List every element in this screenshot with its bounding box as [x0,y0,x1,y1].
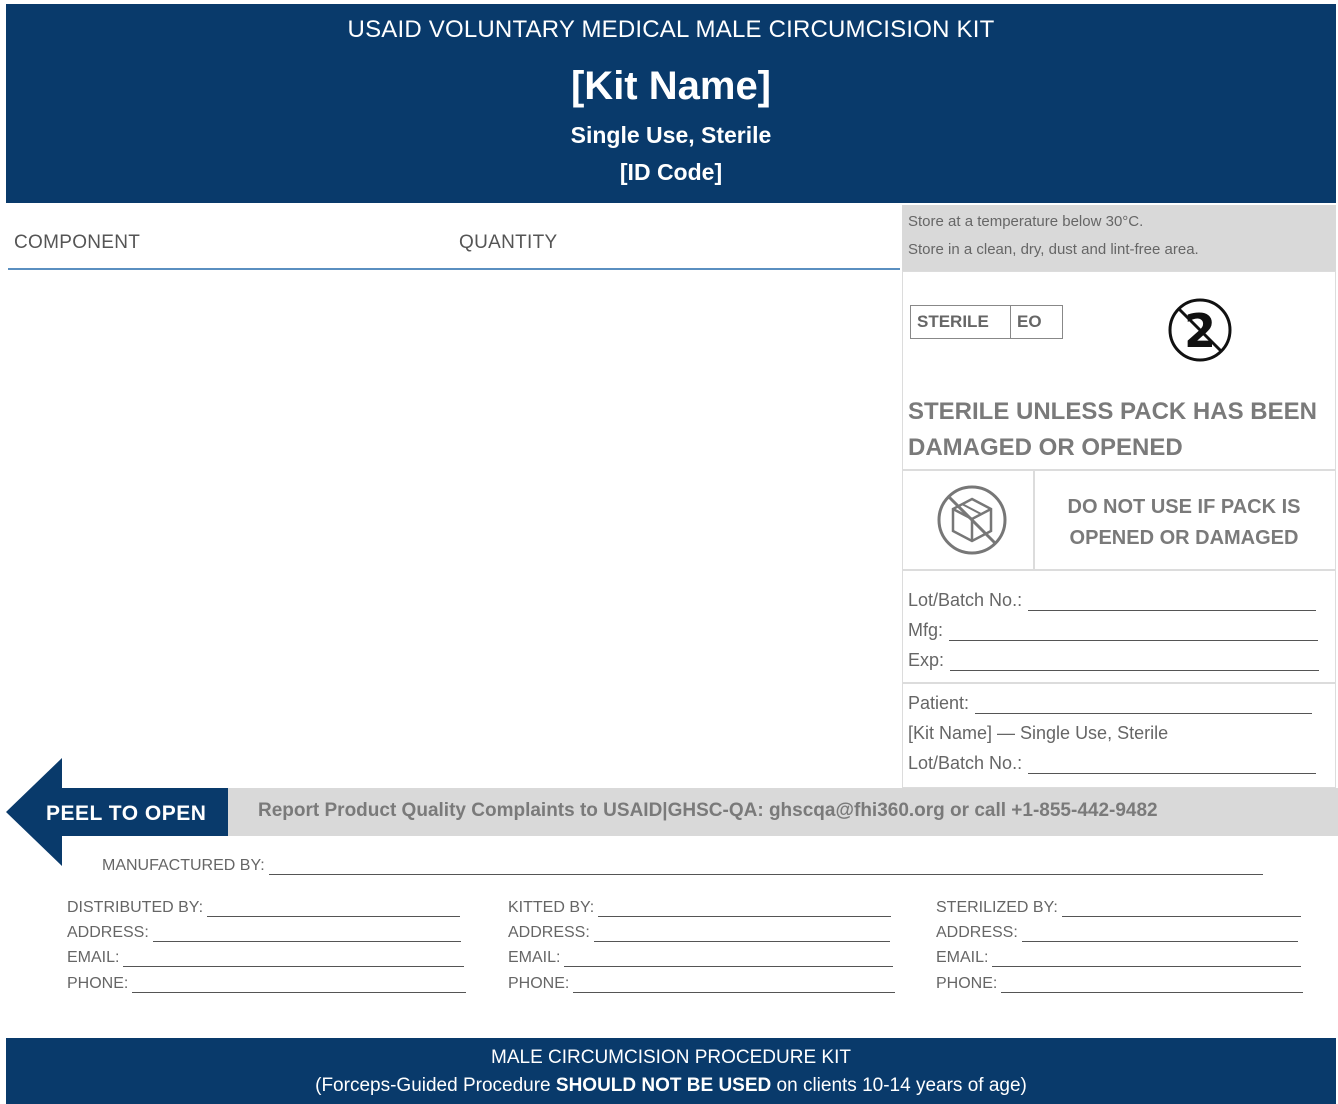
sterilizer-phone-field[interactable]: PHONE: [936,975,1303,993]
patient-kit-text: [Kit Name] — Single Use, Sterile [908,723,1169,743]
address-label: ADDRESS: [508,924,590,941]
eo-label: EO [1017,312,1042,331]
email-label: EMAIL: [67,949,120,966]
distributor-address-field[interactable]: ADDRESS: [67,924,461,942]
kitted-by-field[interactable]: KITTED BY: [508,899,891,917]
patient-kit-line: [Kit Name] — Single Use, Sterile [908,723,1318,744]
phone-label: PHONE: [936,975,998,992]
exp-field[interactable]: Exp: [908,650,1319,671]
sterile-warning: STERILE UNLESS PACK HAS BEEN DAMAGED OR … [908,398,1317,461]
distributed-by-label: DISTRIBUTED BY: [67,899,204,916]
distributed-by-field[interactable]: DISTRIBUTED BY: [67,899,460,917]
email-label: EMAIL: [508,949,561,966]
patient-lot-field[interactable]: Lot/Batch No.: [908,753,1316,774]
footer-warning: (Forceps-Guided Procedure SHOULD NOT BE … [6,1075,1336,1097]
component-column-header: COMPONENT [14,232,141,253]
storage-line-2: Store in a clean, dry, dust and lint-fre… [908,241,1199,258]
address-label: ADDRESS: [936,924,1018,941]
patient-lot-label: Lot/Batch No.: [908,753,1023,773]
distributor-email-field[interactable]: EMAIL: [67,949,464,967]
sterile-eo-badge: STERILE EO [910,305,1063,339]
mfg-field[interactable]: Mfg: [908,620,1318,641]
kit-id-code: [ID Code] [619,159,723,185]
kit-subtitle: Single Use, Sterile [570,122,772,148]
pack-warning: DO NOT USE IF PACK IS OPENED OR DAMAGED [1036,492,1332,554]
pack-warning-line-2: OPENED OR DAMAGED [1069,527,1299,549]
storage-line-1: Store at a temperature below 30°C. [908,213,1144,230]
header-banner: USAID VOLUNTARY MEDICAL MALE CIRCUMCISIO… [6,4,1336,203]
patient-label: Patient: [908,693,970,713]
sterilizer-email-field[interactable]: EMAIL: [936,949,1301,967]
manufactured-by-label: MANUFACTURED BY: [102,857,265,874]
footer-warning-bold: SHOULD NOT BE USED [555,1075,772,1096]
distributor-phone-field[interactable]: PHONE: [67,975,466,993]
pack-warning-line-1: DO NOT USE IF PACK IS [1067,496,1301,518]
footer-warning-pre: (Forceps-Guided Procedure [315,1075,556,1096]
footer-banner: MALE CIRCUMCISION PROCEDURE KIT (Forceps… [6,1038,1336,1104]
phone-label: PHONE: [67,975,129,992]
sterile-label: STERILE [911,306,1011,338]
phone-label: PHONE: [508,975,570,992]
lot-batch-field[interactable]: Lot/Batch No.: [908,590,1316,611]
footer-title: MALE CIRCUMCISION PROCEDURE KIT [491,1047,851,1068]
email-label: EMAIL: [936,949,989,966]
footer-warning-post: on clients 10-14 years of age) [771,1075,1027,1096]
sterilizer-address-field[interactable]: ADDRESS: [936,924,1298,942]
kitted-by-label: KITTED BY: [508,899,595,916]
mfg-label: Mfg: [908,620,944,640]
quantity-column-header: QUANTITY [459,232,558,253]
sterilized-by-label: STERILIZED BY: [936,899,1058,916]
exp-label: Exp: [908,650,945,670]
lot-batch-label: Lot/Batch No.: [908,590,1023,610]
complaint-text: Report Product Quality Complaints to USA… [258,800,1158,821]
patient-field[interactable]: Patient: [908,693,1312,714]
peel-to-open-label: PEEL TO OPEN [46,802,207,825]
sterilized-by-field[interactable]: STERILIZED BY: [936,899,1301,917]
damaged-package-icon [937,485,1007,555]
kitter-phone-field[interactable]: PHONE: [508,975,895,993]
kitter-email-field[interactable]: EMAIL: [508,949,893,967]
manufactured-by-field[interactable]: MANUFACTURED BY: [102,857,1263,875]
storage-instructions: Store at a temperature below 30°C. Store… [902,205,1336,271]
do-not-reuse-icon: 2 [1168,298,1232,362]
address-label: ADDRESS: [67,924,149,941]
kit-program-title: USAID VOLUNTARY MEDICAL MALE CIRCUMCISIO… [347,16,995,43]
kit-name: [Kit Name] [570,64,772,108]
complaint-band: Report Product Quality Complaints to USA… [228,788,1338,836]
table-header-rule [8,268,900,270]
kitter-address-field[interactable]: ADDRESS: [508,924,890,942]
